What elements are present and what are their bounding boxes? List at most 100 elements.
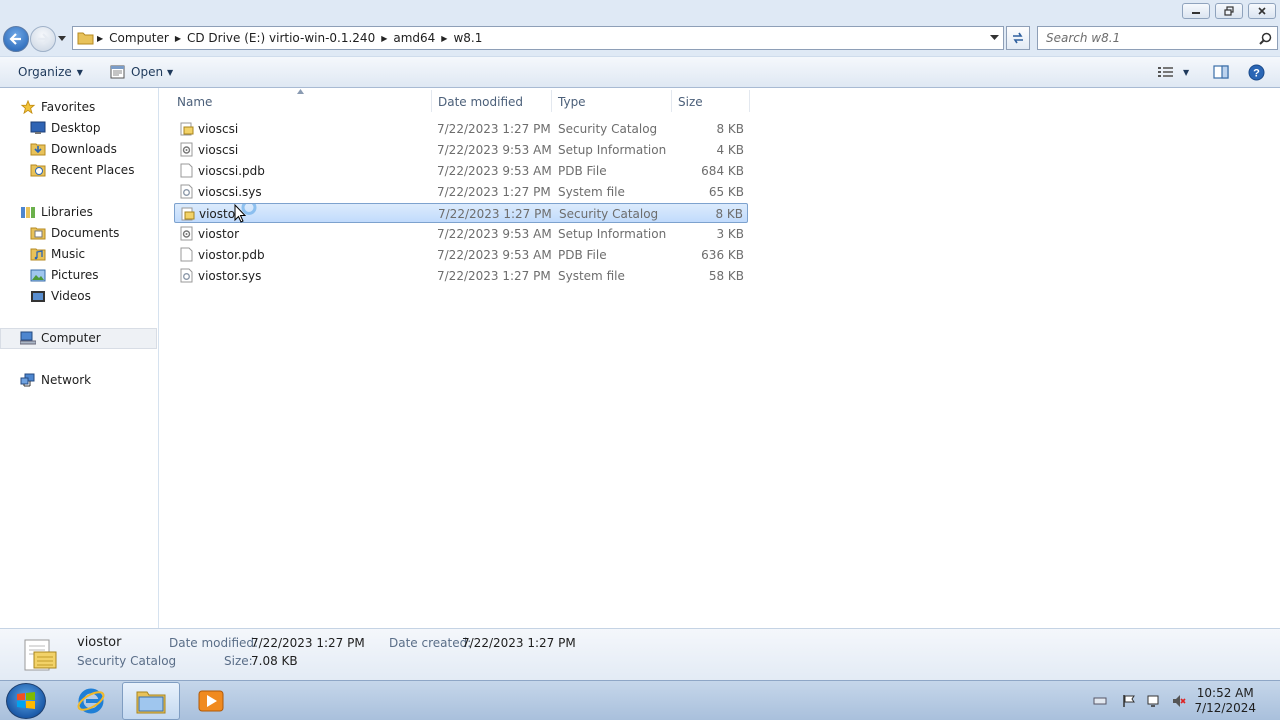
file-row[interactable]: vioscsi 7/22/2023 1:27 PM Security Catalog… [174, 119, 748, 139]
nav-label: Videos [51, 289, 91, 303]
search-icon[interactable] [1259, 32, 1272, 45]
nav-network[interactable]: Network [20, 370, 91, 390]
windows-logo-icon [17, 692, 35, 709]
open-label: Open [131, 65, 164, 79]
column-header-size[interactable]: Size [678, 92, 703, 112]
nav-downloads[interactable]: Downloads [30, 139, 117, 159]
help-button[interactable]: ? [1248, 64, 1265, 81]
breadcrumb-w8-1[interactable]: w8.1 [449, 31, 486, 45]
nav-recent-places[interactable]: Recent Places [30, 160, 134, 180]
videos-icon [31, 291, 45, 302]
column-header-name[interactable]: Name [177, 92, 212, 112]
column-header-type[interactable]: Type [558, 92, 586, 112]
breadcrumb-separator[interactable]: ▶ [439, 34, 449, 43]
catalog-icon [181, 207, 195, 221]
nav-computer[interactable]: Computer [20, 328, 101, 348]
clock[interactable]: 10:52 AM 7/12/2024 [1194, 686, 1256, 716]
column-divider[interactable] [431, 90, 432, 112]
file-type: System file [558, 269, 625, 283]
details-pane: viostor Security Catalog Date modified: … [0, 628, 1280, 680]
address-dropdown-icon[interactable] [990, 35, 999, 41]
taskbar-windows-explorer[interactable] [122, 682, 180, 720]
search-input[interactable] [1046, 31, 1246, 45]
file-list: Name Date modified Type Size vioscsi 7/22… [160, 88, 1280, 628]
file-type: Security Catalog [558, 122, 658, 136]
address-row: ▶ Computer ▶ CD Drive (E:) virtio-win-0.… [0, 22, 1280, 56]
nav-favorites[interactable]: Favorites [20, 97, 95, 117]
nav-label: Network [41, 373, 92, 387]
address-bar[interactable]: ▶ Computer ▶ CD Drive (E:) virtio-win-0.… [72, 26, 1004, 50]
file-size: 3 KB [716, 227, 744, 241]
chevron-down-icon: ▼ [76, 67, 83, 77]
file-row[interactable]: vioscsi.sys 7/22/2023 1:27 PM System file 6… [174, 182, 748, 202]
preview-pane-icon [1213, 65, 1229, 79]
recent-pages-dropdown-icon[interactable] [58, 36, 66, 42]
details-date-modified-label: Date modified: [169, 636, 259, 650]
minimize-button[interactable] [1182, 3, 1210, 19]
column-label: Type [558, 95, 586, 109]
close-button[interactable] [1248, 3, 1276, 19]
column-header-date-modified[interactable]: Date modified [438, 92, 523, 112]
volume-muted-icon[interactable] [1172, 694, 1186, 708]
file-row[interactable]: viostor.pdb 7/22/2023 9:53 AM PDB File 636 … [174, 245, 748, 265]
file-row[interactable]: vioscsi 7/22/2023 9:53 AM Setup Informatio… [174, 140, 748, 160]
nav-label: Favorites [41, 100, 96, 114]
file-row[interactable]: vioscsi.pdb 7/22/2023 9:53 AM PDB File 684 … [174, 161, 748, 181]
network-status-icon[interactable] [1146, 694, 1160, 708]
forward-button[interactable] [30, 26, 56, 52]
column-divider[interactable] [551, 90, 552, 112]
nav-documents[interactable]: Documents [30, 223, 119, 243]
action-center-flag-icon[interactable] [1122, 694, 1136, 708]
column-label: Size [678, 95, 703, 109]
taskbar-media-player[interactable] [182, 682, 240, 720]
breadcrumb-separator[interactable]: ▶ [95, 34, 105, 43]
back-button[interactable] [3, 26, 29, 52]
nav-videos[interactable]: Videos [30, 286, 91, 306]
column-divider[interactable] [671, 90, 672, 112]
media-player-icon [198, 690, 224, 712]
open-dropdown-chevron-icon[interactable]: ▼ [167, 68, 173, 77]
file-type: Setup Information [558, 143, 667, 157]
start-button[interactable] [6, 683, 46, 719]
open-button[interactable]: Open [110, 65, 163, 79]
column-divider[interactable] [749, 90, 750, 112]
folder-icon [77, 32, 94, 45]
view-dropdown-chevron-icon[interactable]: ▼ [1183, 68, 1189, 77]
column-label: Name [177, 95, 213, 109]
navigation-pane: Favorites Desktop Downloads Recent Place… [0, 88, 159, 628]
change-view-button[interactable] [1158, 66, 1174, 78]
restore-button[interactable] [1215, 3, 1243, 19]
file-size: 58 KB [708, 269, 744, 283]
file-size: 8 KB [716, 122, 744, 136]
file-date-modified: 7/22/2023 9:53 AM [437, 248, 552, 262]
blank-file-icon [180, 163, 193, 178]
nav-label: Documents [51, 226, 120, 240]
details-size-label: Size: [224, 654, 253, 668]
breadcrumb-computer[interactable]: Computer [105, 31, 173, 45]
search-box[interactable] [1037, 26, 1278, 50]
file-type: Security Catalog [559, 207, 659, 221]
nav-desktop[interactable]: Desktop [30, 118, 101, 138]
file-name: vioscsi.pdb [198, 164, 265, 178]
nav-pictures[interactable]: Pictures [30, 265, 99, 285]
breadcrumb-cd-drive[interactable]: CD Drive (E:) virtio-win-0.1.240 [183, 31, 379, 45]
system-tray: 10:52 AM 7/12/2024 [1080, 681, 1280, 720]
file-type: PDB File [558, 248, 607, 262]
details-date-created-label: Date created: [389, 636, 472, 650]
downloads-folder-icon [30, 143, 46, 156]
breadcrumb-separator[interactable]: ▶ [173, 34, 183, 43]
nav-music[interactable]: Music [30, 244, 85, 264]
taskbar-internet-explorer[interactable] [62, 682, 120, 720]
preview-pane-button[interactable] [1213, 65, 1229, 79]
breadcrumb-amd64[interactable]: amd64 [389, 31, 439, 45]
file-date-modified: 7/22/2023 1:27 PM [437, 269, 551, 283]
file-name: viostor [198, 227, 240, 241]
file-date-modified: 7/22/2023 1:27 PM [437, 185, 551, 199]
breadcrumb-separator[interactable]: ▶ [379, 34, 389, 43]
organize-button[interactable]: Organize ▼ [18, 65, 83, 79]
nav-libraries[interactable]: Libraries [20, 202, 93, 222]
refresh-button[interactable] [1006, 26, 1030, 50]
file-date-modified: 7/22/2023 9:53 AM [437, 227, 552, 241]
file-row[interactable]: viostor.sys 7/22/2023 1:27 PM System file 5… [174, 266, 748, 286]
keyboard-icon[interactable] [1093, 694, 1107, 708]
